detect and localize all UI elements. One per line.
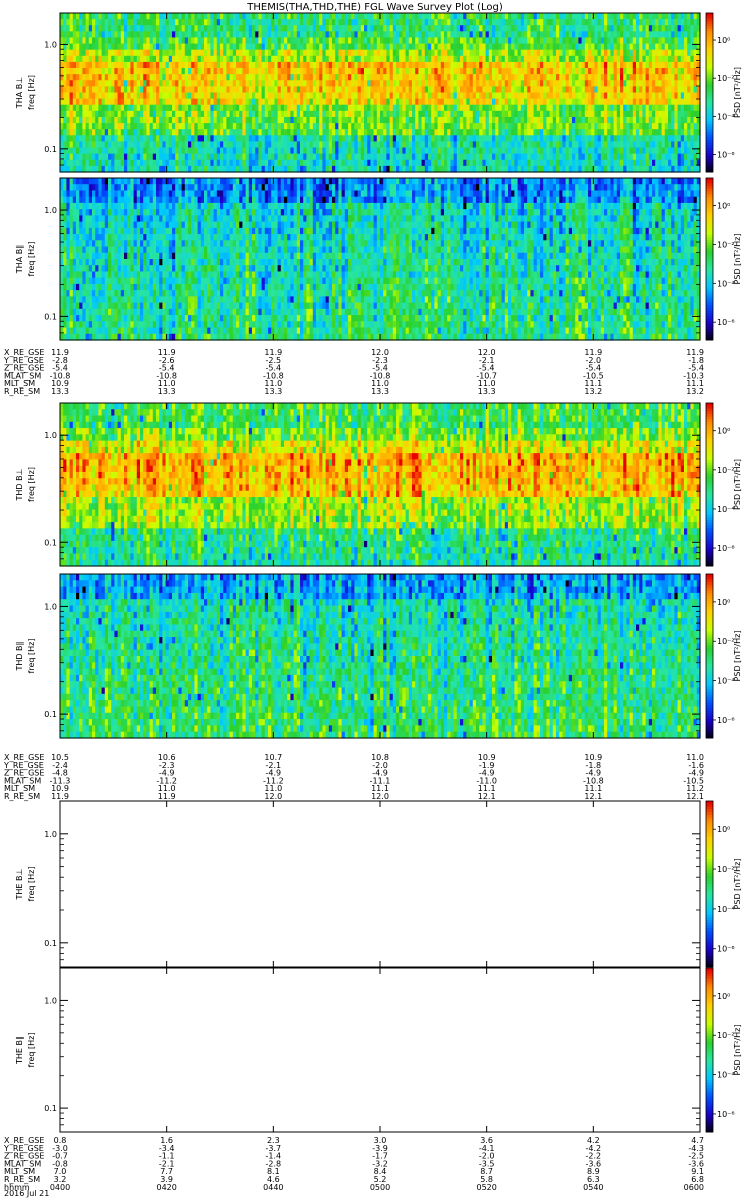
- panel-tha-bperp: 0.11.0THA B⊥ freq [Hz]10⁰10⁻²10⁻⁴10⁻⁶PSD …: [15, 12, 742, 173]
- panels-layer: 0.11.0THA B⊥ freq [Hz]10⁰10⁻²10⁻⁴10⁻⁶PSD …: [15, 12, 742, 1133]
- wave-survey-plot: THEMIS(THA,THD,THE) FGL Wave Survey Plot…: [0, 0, 750, 1200]
- wave-survey-svg: THEMIS(THA,THD,THE) FGL Wave Survey Plot…: [3, 2, 742, 1198]
- chart-title: THEMIS(THA,THD,THE) FGL Wave Survey Plot…: [246, 2, 503, 13]
- spectrogram: [60, 13, 701, 173]
